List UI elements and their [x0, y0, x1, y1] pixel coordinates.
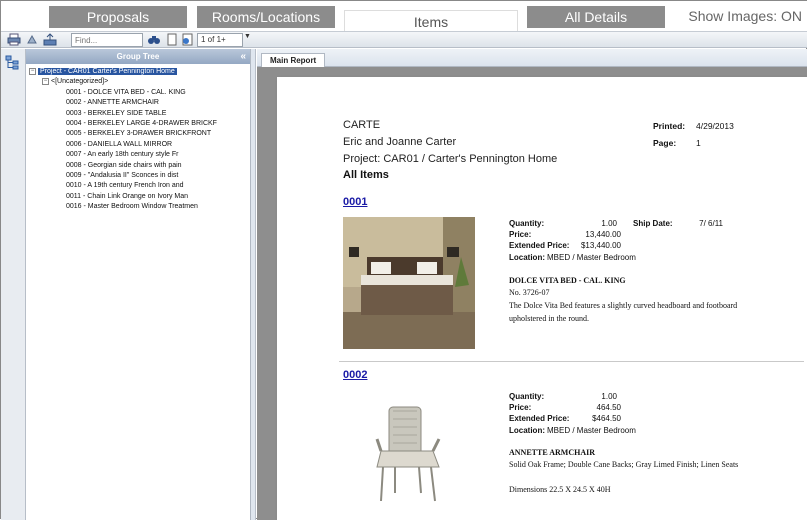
tree-item[interactable]: 0009 - "Andalusia II" Sconces in dist: [26, 171, 250, 181]
item-description: The Dolce Vita Bed features a slightly c…: [509, 301, 738, 323]
price-value: 464.50: [596, 403, 621, 412]
tree-item[interactable]: 0010 - A 19th century French Iron and: [26, 181, 250, 191]
group-tree-panel: Group Tree « − Project - CAR01 Carter's P…: [26, 49, 251, 520]
quantity-label: Quantity:: [509, 392, 545, 401]
tree-item[interactable]: 0001 - DOLCE VITA BED - CAL. KING: [26, 88, 250, 98]
page-label: Page:: [653, 138, 677, 148]
printed-label: Printed:: [653, 121, 686, 131]
item-number-link[interactable]: 0001: [343, 196, 367, 208]
item-description: Solid Oak Frame; Double Cane Backs; Gray…: [509, 460, 739, 469]
item-title: DOLCE VITA BED - CAL. KING: [509, 276, 626, 285]
extended-price-value: $13,440.00: [580, 241, 621, 250]
report-tabs: Main Report: [257, 49, 807, 67]
tree-item[interactable]: 0011 - Chain Link Orange on Ivory Man: [26, 192, 250, 202]
tree-group-label[interactable]: <[Uncategorized]>: [51, 78, 108, 85]
location-value: MBED / Master Bedroom: [547, 426, 636, 435]
tree-item[interactable]: 0007 - An early 18th century style Fr: [26, 150, 250, 160]
tree-item[interactable]: 0008 - Georgian side chairs with pain: [26, 161, 250, 171]
extended-price-label: Extended Price:: [509, 241, 570, 250]
price-label: Price:: [509, 403, 532, 412]
tree-group[interactable]: − <[Uncategorized]>: [26, 77, 250, 87]
collapse-node-icon[interactable]: −: [29, 67, 36, 75]
extended-price-label: Extended Price:: [509, 414, 570, 423]
show-images-toggle[interactable]: Show Images: ON: [688, 8, 802, 24]
report-heading: All Items: [343, 169, 389, 181]
client-name: Eric and Joanne Carter: [343, 136, 457, 148]
item-divider: [339, 361, 804, 362]
goto-page-icon[interactable]: [181, 33, 195, 46]
page-icon[interactable]: [165, 33, 179, 46]
refresh-icon[interactable]: [25, 33, 39, 46]
panel-splitter[interactable]: [251, 49, 256, 520]
price-value: 13,440.00: [585, 230, 621, 239]
price-label: Price:: [509, 230, 532, 239]
tab-main-report[interactable]: Main Report: [261, 53, 326, 67]
tab-rooms-locations[interactable]: Rooms/Locations: [197, 6, 335, 28]
collapse-node-icon[interactable]: −: [42, 78, 49, 86]
report-viewer[interactable]: CARTE Eric and Joanne Carter Project: CA…: [257, 67, 807, 520]
ship-date-value: 7/ 6/11: [699, 219, 723, 228]
tree-item[interactable]: 0016 - Master Bedroom Window Treatmen: [26, 202, 250, 212]
top-nav: Proposals Rooms/Locations Items All Deta…: [1, 1, 807, 31]
group-tree-header: Group Tree «: [26, 49, 250, 64]
tree-item[interactable]: 0006 - DANIELLA WALL MIRROR: [26, 140, 250, 150]
item-number-link[interactable]: 0002: [343, 369, 367, 381]
location-label: Location:: [509, 253, 545, 262]
find-input[interactable]: [71, 33, 143, 47]
quantity-value: 1.00: [601, 219, 617, 228]
tree-root-label[interactable]: Project - CAR01 Carter's Pennington Home: [38, 68, 177, 75]
tab-all-details[interactable]: All Details: [527, 6, 665, 28]
item-title: ANNETTE ARMCHAIR: [509, 448, 596, 457]
binoculars-icon[interactable]: [147, 33, 161, 46]
location-value: MBED / Master Bedroom: [547, 253, 636, 262]
group-tree: − Project - CAR01 Carter's Pennington Hom…: [26, 64, 250, 212]
item-sku: No. 3726-07: [509, 288, 550, 297]
armchair-image: [343, 389, 475, 520]
tree-item[interactable]: 0005 - BERKELEY 3-DRAWER BRICKFRONT: [26, 129, 250, 139]
group-tree-toggle-icon[interactable]: [5, 55, 20, 70]
group-tree-title: Group Tree: [116, 52, 160, 61]
page-indicator[interactable]: 1 of 1+: [197, 33, 243, 47]
tree-item[interactable]: 0002 - ANNETTE ARMCHAIR: [26, 98, 250, 108]
item-dimensions: Dimensions 22.5 X 24.5 X 40H: [509, 485, 611, 494]
company-name: CARTE: [343, 119, 381, 131]
ship-date-label: Ship Date:: [633, 219, 673, 228]
viewer-toolbar: 1 of 1+ ▼: [1, 31, 807, 48]
tab-items[interactable]: Items: [344, 10, 518, 31]
tree-item[interactable]: 0003 - BERKELEY SIDE TABLE: [26, 109, 250, 119]
bed-image: [343, 217, 475, 349]
tree-root[interactable]: − Project - CAR01 Carter's Pennington Hom…: [26, 67, 250, 77]
quantity-label: Quantity:: [509, 219, 545, 228]
page-dropdown-icon[interactable]: ▼: [244, 33, 251, 40]
printed-date: 4/29/2013: [696, 121, 734, 131]
report-page: CARTE Eric and Joanne Carter Project: CA…: [277, 77, 807, 520]
location-label: Location:: [509, 426, 545, 435]
tree-item[interactable]: 0004 - BERKELEY LARGE 4-DRAWER BRICKF: [26, 119, 250, 129]
quantity-value: 1.00: [601, 392, 617, 401]
collapse-icon[interactable]: «: [240, 49, 246, 64]
print-icon[interactable]: [7, 33, 21, 46]
project-name: Project: CAR01 / Carter's Pennington Hom…: [343, 153, 558, 165]
tab-proposals[interactable]: Proposals: [49, 6, 187, 28]
page-number: 1: [696, 138, 701, 148]
left-strip: [1, 49, 26, 520]
export-icon[interactable]: [43, 33, 57, 46]
extended-price-value: $464.50: [592, 414, 621, 423]
